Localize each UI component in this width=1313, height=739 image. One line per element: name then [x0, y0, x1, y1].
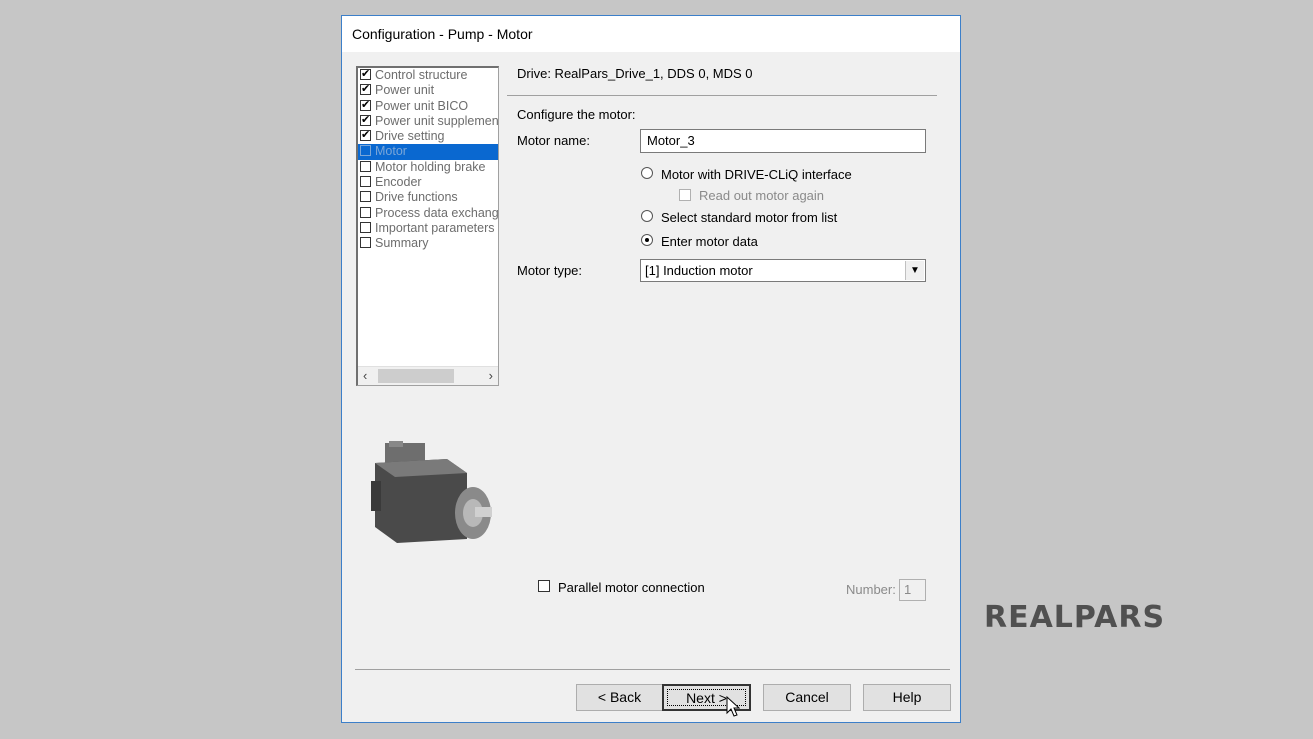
check-icon: ✔ [360, 113, 371, 126]
radio-standard-motor-label: Select standard motor from list [661, 210, 838, 225]
header-separator [507, 95, 937, 96]
scroll-right-icon[interactable]: › [489, 368, 493, 383]
check-icon: ✔ [360, 83, 371, 96]
radio-drive-cliq[interactable] [641, 167, 653, 179]
step-motor-holding-brake[interactable]: Motor holding brake [358, 160, 498, 175]
checkbox-empty-icon [360, 160, 371, 172]
motor-name-input[interactable]: Motor_3 [640, 129, 926, 153]
radio-enter-motor-data[interactable] [641, 234, 653, 246]
footer-separator [355, 669, 950, 670]
radio-enter-motor-data-label: Enter motor data [661, 234, 758, 249]
motor-type-value: [1] Induction motor [645, 263, 753, 278]
realpars-logo: REALPARS [984, 600, 1166, 635]
dialog-title: Configuration - Pump - Motor [342, 16, 960, 52]
parallel-motor-label: Parallel motor connection [558, 580, 705, 595]
read-out-motor-checkbox[interactable] [679, 189, 691, 201]
scroll-left-icon[interactable]: ‹ [363, 368, 367, 383]
checkbox-empty-icon [360, 237, 371, 249]
step-power-unit[interactable]: ✔ Power unit [358, 83, 498, 98]
step-encoder[interactable]: Encoder [358, 175, 498, 190]
step-process-data-exchange[interactable]: Process data exchang [358, 206, 498, 221]
configuration-dialog: Configuration - Pump - Motor ✔ Control st… [341, 15, 961, 723]
horizontal-scrollbar[interactable]: ‹ › [358, 366, 498, 385]
step-important-parameters[interactable]: Important parameters [358, 221, 498, 236]
dropdown-arrow-icon[interactable]: ▼ [905, 261, 924, 280]
step-summary[interactable]: Summary [358, 236, 498, 251]
checkbox-empty-icon [360, 191, 371, 203]
checkbox-empty-icon [360, 221, 371, 233]
number-input[interactable]: 1 [899, 579, 926, 601]
checkbox-empty-icon [360, 176, 371, 188]
step-power-unit-supplement[interactable]: ✔ Power unit supplement [358, 114, 498, 129]
cancel-button[interactable]: Cancel [763, 684, 851, 711]
step-drive-setting[interactable]: ✔ Drive setting [358, 129, 498, 144]
radio-drive-cliq-label: Motor with DRIVE-CLiQ interface [661, 167, 852, 182]
scrollbar-thumb[interactable] [378, 369, 454, 383]
motor-image [371, 441, 492, 543]
mouse-cursor-icon [726, 696, 740, 717]
help-button[interactable]: Help [863, 684, 951, 711]
step-control-structure[interactable]: ✔ Control structure [358, 68, 498, 83]
back-button[interactable]: < Back [576, 684, 663, 711]
motor-type-select[interactable]: [1] Induction motor ▼ [640, 259, 926, 282]
radio-standard-motor[interactable] [641, 210, 653, 222]
configure-motor-label: Configure the motor: [517, 107, 636, 122]
check-icon: ✔ [360, 129, 371, 142]
checkbox-empty-icon [360, 145, 371, 157]
motor-name-label: Motor name: [517, 133, 590, 148]
step-drive-functions[interactable]: Drive functions [358, 190, 498, 205]
read-out-motor-label: Read out motor again [699, 188, 825, 203]
checkbox-empty-icon [360, 206, 371, 218]
check-icon: ✔ [360, 98, 371, 111]
wizard-steps-list[interactable]: ✔ Control structure ✔ Power unit ✔ Power un… [356, 66, 499, 386]
step-motor[interactable]: Motor [358, 144, 498, 160]
parallel-motor-checkbox[interactable] [538, 580, 550, 592]
drive-info-label: Drive: RealPars_Drive_1, DDS 0, MDS 0 [517, 66, 753, 81]
motor-type-label: Motor type: [517, 263, 583, 278]
number-label: Number: [846, 582, 896, 597]
check-icon: ✔ [360, 68, 371, 80]
step-power-unit-bico[interactable]: ✔ Power unit BICO [358, 99, 498, 114]
